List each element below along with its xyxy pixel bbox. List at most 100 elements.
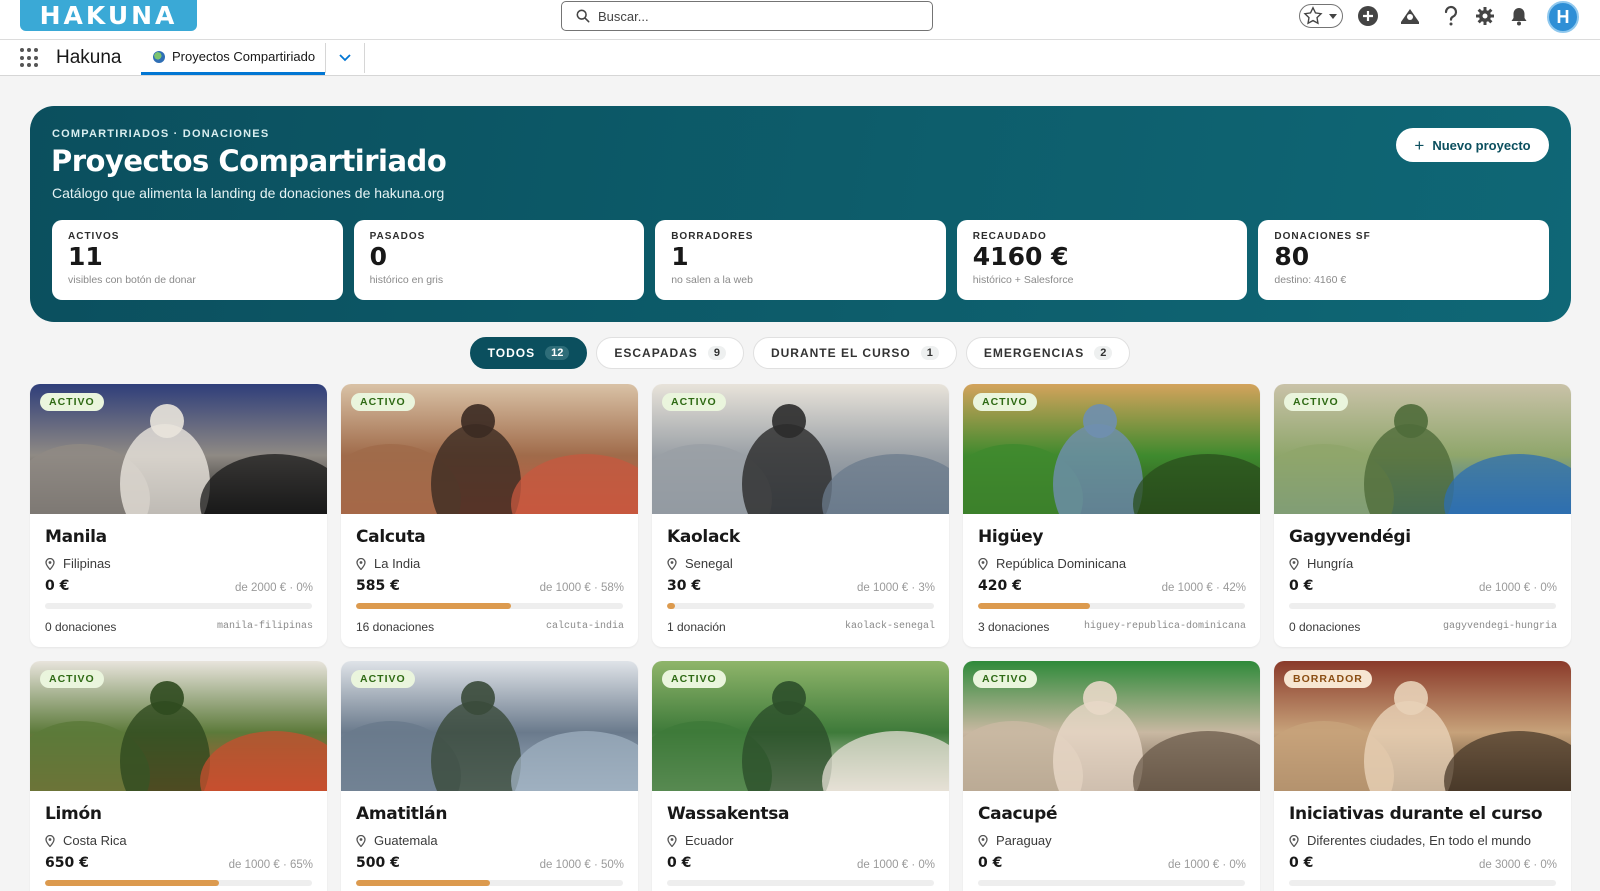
goal-text: de 1000 € · 3%	[856, 582, 935, 594]
filter-count: 1	[920, 346, 939, 360]
project-location: Paraguay	[978, 833, 1052, 848]
filter-emergencias[interactable]: EMERGENCIAS 2	[965, 337, 1131, 369]
raised-amount: 30 €	[667, 578, 702, 594]
logo-text: HAKUNA	[39, 1, 178, 30]
stat-label: ACTIVOS	[68, 231, 120, 242]
stat-value: 4160 €	[972, 242, 1069, 271]
stats-row: ACTIVOS 11 visibles con botón de donar P…	[52, 220, 1549, 300]
stat-value: 80	[1274, 242, 1310, 271]
search-icon	[576, 9, 590, 23]
global-actions-icon[interactable]	[1356, 4, 1380, 28]
star-icon[interactable]	[1302, 5, 1324, 27]
project-photo: ACTIVO	[963, 661, 1260, 791]
progress-bar	[356, 603, 623, 609]
help-icon[interactable]	[1439, 4, 1463, 28]
progress-bar	[978, 603, 1245, 609]
donations-count: 16 donaciones	[356, 620, 435, 634]
project-card[interactable]: ACTIVO Higüey República Dominicana 420 €…	[963, 384, 1260, 647]
project-card[interactable]: ACTIVO Wassakentsa Ecuador 0 € de 1000 €…	[652, 661, 949, 891]
project-location: La India	[356, 556, 420, 571]
project-location: República Dominicana	[978, 556, 1126, 571]
progress-bar	[45, 603, 312, 609]
global-search[interactable]	[561, 1, 933, 31]
stat-card-recaudado: RECAUDADO 4160 € histórico + Salesforce	[956, 220, 1248, 300]
location-text: Senegal	[685, 556, 733, 571]
status-badge: ACTIVO	[662, 393, 726, 411]
project-title: Higüey	[978, 527, 1044, 547]
project-title: Gagyvendégi	[1289, 527, 1411, 547]
project-card[interactable]: ACTIVO Manila Filipinas 0 € de 2000 € · …	[30, 384, 327, 647]
tab-proyectos-compartiriado[interactable]: Proyectos Compartiriado	[141, 41, 325, 75]
trailhead-icon[interactable]	[1398, 4, 1422, 28]
settings-gear-icon[interactable]	[1473, 4, 1497, 28]
favorites-group[interactable]	[1299, 4, 1343, 28]
location-pin-icon	[45, 557, 55, 570]
project-photo: ACTIVO	[30, 661, 327, 791]
filter-durante-el-curso[interactable]: DURANTE EL CURSO 1	[752, 337, 957, 369]
location-pin-icon	[1289, 557, 1299, 570]
project-title: Caacupé	[978, 804, 1058, 824]
filter-todos[interactable]: TODOS 12	[469, 337, 588, 369]
progress-fill	[667, 603, 675, 609]
progress-bar	[978, 880, 1245, 886]
raised-amount: 0 €	[978, 855, 1003, 871]
donations-count: 3 donaciones	[978, 620, 1050, 634]
app-launcher-icon[interactable]	[20, 48, 40, 68]
project-slug: calcuta-india	[545, 621, 624, 632]
location-text: Diferentes ciudades, En todo el mundo	[1307, 833, 1532, 848]
project-location: Senegal	[667, 556, 733, 571]
progress-fill	[45, 880, 219, 886]
project-card[interactable]: ACTIVO Amatitlán Guatemala 500 € de 1000…	[341, 661, 638, 891]
project-card[interactable]: ACTIVO Calcuta La India 585 € de 1000 € …	[341, 384, 638, 647]
project-location: Costa Rica	[45, 833, 127, 848]
goal-text: de 1000 € · 50%	[539, 859, 624, 871]
tab-label: Proyectos Compartiriado	[172, 49, 316, 64]
raised-amount: 500 €	[356, 855, 400, 871]
project-slug: gagyvendegi-hungria	[1442, 621, 1557, 632]
location-pin-icon	[45, 834, 55, 847]
project-location: Ecuador	[667, 833, 733, 848]
progress-bar	[1289, 880, 1556, 886]
stat-value: 11	[68, 242, 103, 271]
location-text: Ecuador	[685, 833, 734, 848]
status-badge: ACTIVO	[40, 670, 104, 688]
page-title: Proyectos Compartiriado	[51, 144, 447, 178]
hakuna-logo[interactable]: HAKUNA	[20, 0, 197, 31]
project-card[interactable]: ACTIVO Kaolack Senegal 30 € de 1000 € · …	[652, 384, 949, 647]
global-header: HAKUNA H	[0, 0, 1600, 40]
new-project-button[interactable]: + Nuevo proyecto	[1396, 128, 1549, 162]
project-card[interactable]: BORRADOR Iniciativas durante el curso Di…	[1274, 661, 1571, 891]
app-name: Hakuna	[56, 47, 122, 68]
notifications-bell-icon[interactable]	[1507, 4, 1531, 28]
stat-label: RECAUDADO	[972, 231, 1047, 242]
goal-text: de 1000 € · 58%	[539, 582, 624, 594]
filter-escapadas[interactable]: ESCAPADAS 9	[596, 337, 744, 369]
project-card[interactable]: ACTIVO Limón Costa Rica 650 € de 1000 € …	[30, 661, 327, 891]
app-navigation-bar: Hakuna Proyectos Compartiriado	[0, 40, 1600, 76]
project-title: Limón	[45, 804, 102, 824]
project-photo: ACTIVO	[1274, 384, 1571, 514]
search-input[interactable]	[598, 8, 918, 24]
raised-amount: 585 €	[356, 578, 400, 594]
stat-note: histórico en gris	[369, 274, 444, 286]
raised-amount: 650 €	[45, 855, 89, 871]
project-location: Guatemala	[356, 833, 438, 848]
status-badge: BORRADOR	[1284, 670, 1372, 688]
project-photo: BORRADOR	[1274, 661, 1571, 791]
project-location: Diferentes ciudades, En todo el mundo	[1289, 833, 1531, 848]
chevron-down-icon[interactable]	[336, 50, 354, 66]
project-card[interactable]: ACTIVO Caacupé Paraguay 0 € de 1000 € · …	[963, 661, 1260, 891]
project-photo: ACTIVO	[30, 384, 327, 514]
project-photo: ACTIVO	[341, 661, 638, 791]
favorites-dropdown-icon[interactable]	[1326, 9, 1340, 23]
goal-text: de 1000 € · 0%	[856, 859, 935, 871]
status-badge: ACTIVO	[973, 393, 1037, 411]
new-project-label: Nuevo proyecto	[1432, 137, 1531, 153]
project-card[interactable]: ACTIVO Gagyvendégi Hungría 0 € de 1000 €…	[1274, 384, 1571, 647]
user-avatar[interactable]: H	[1547, 1, 1579, 33]
location-text: Costa Rica	[63, 833, 127, 848]
status-badge: ACTIVO	[40, 393, 104, 411]
progress-bar	[356, 880, 623, 886]
filter-label: EMERGENCIAS	[983, 346, 1085, 360]
filter-label: DURANTE EL CURSO	[770, 346, 911, 360]
